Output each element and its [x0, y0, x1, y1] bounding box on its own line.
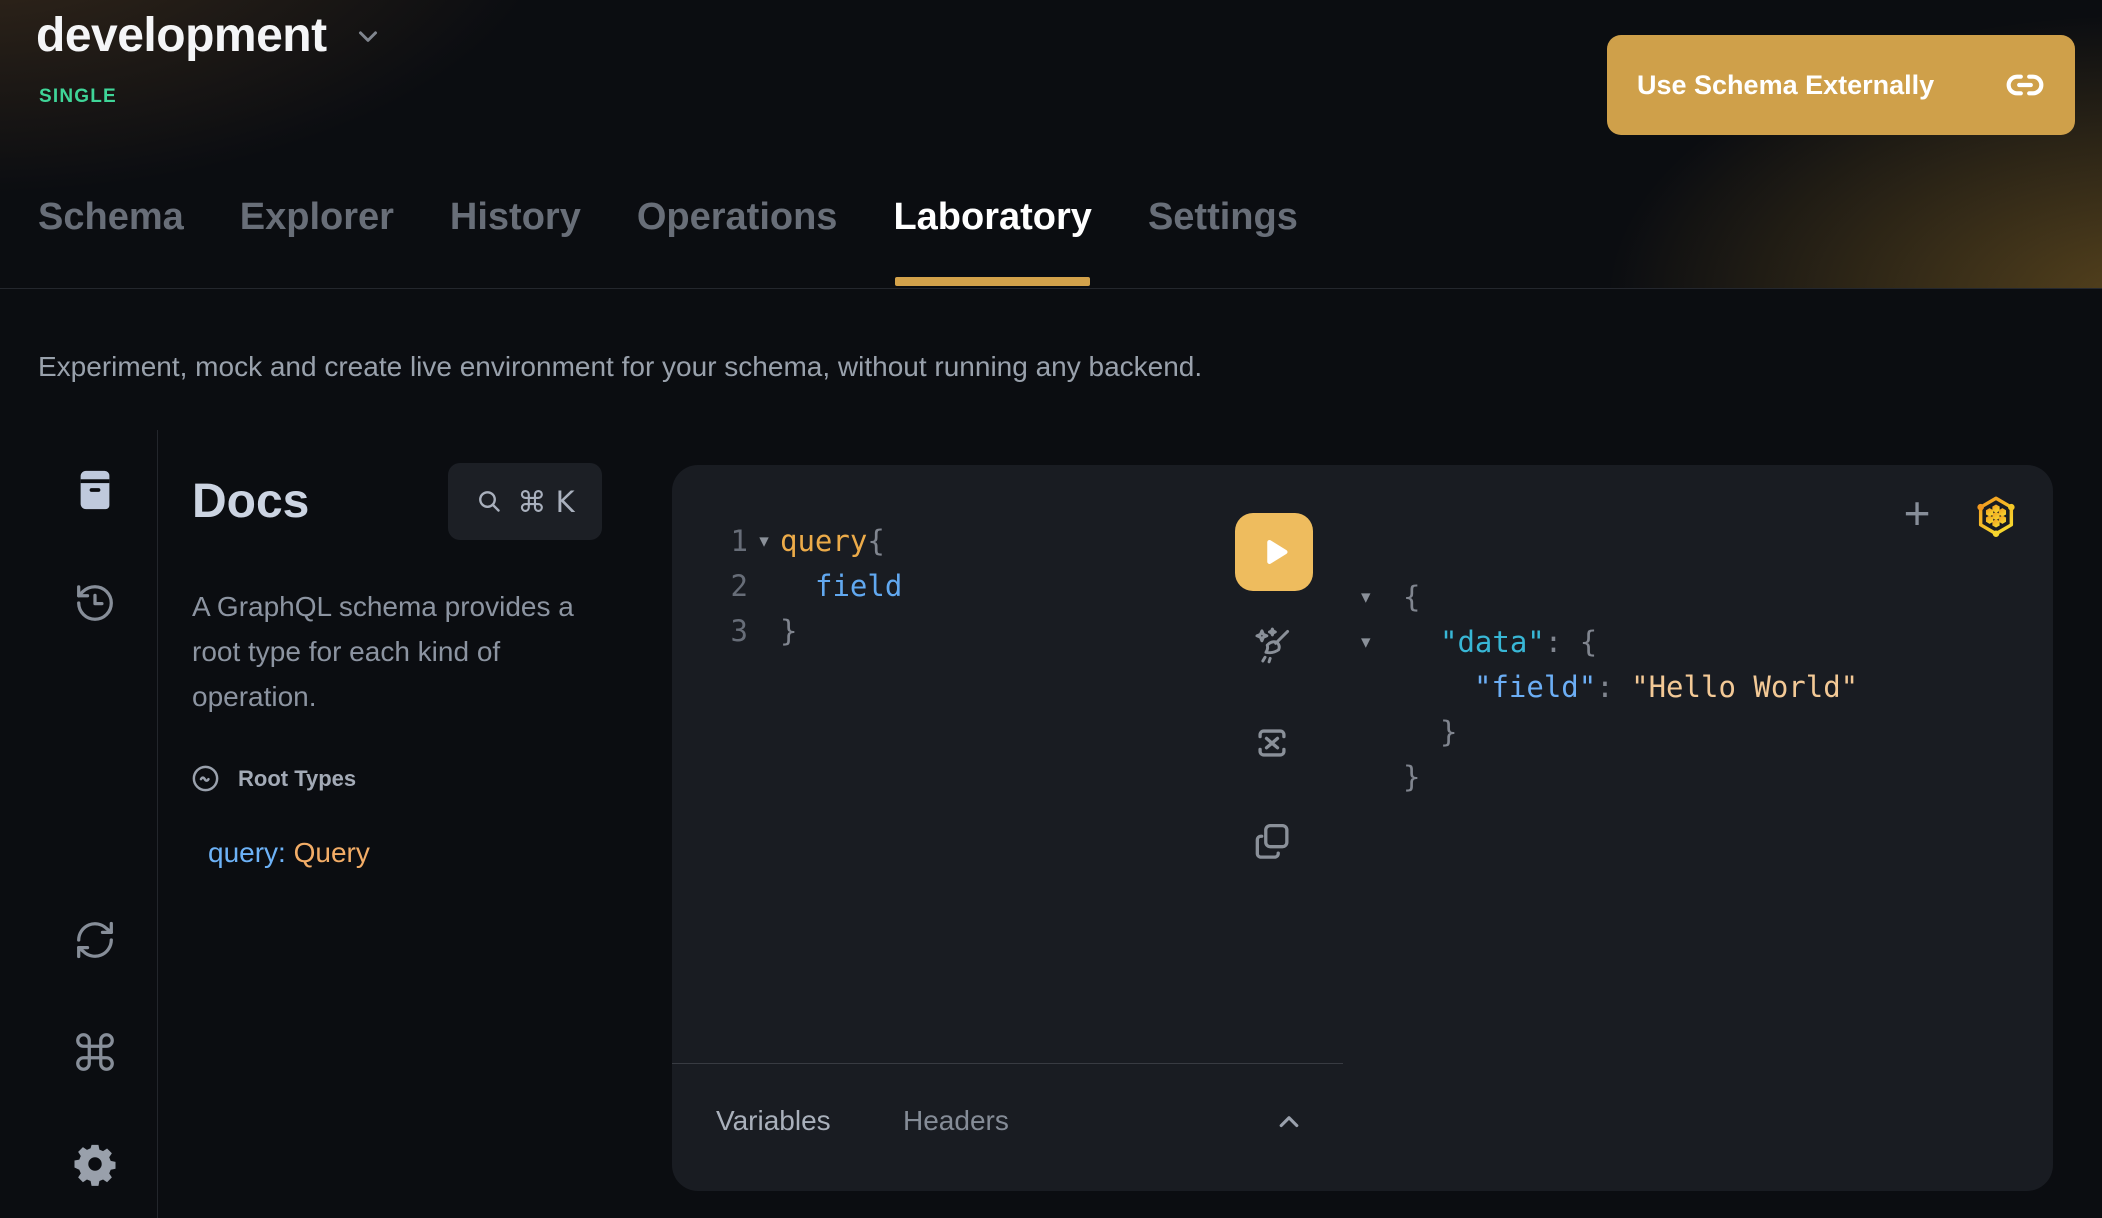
- shortcuts-sidebar-button[interactable]: [72, 1029, 118, 1075]
- response-line: ▾ {: [1361, 575, 1858, 620]
- editor-line: 1 ▾ query{: [722, 519, 902, 564]
- link-icon: [2005, 65, 2045, 105]
- search-shortcut-label: ⌘ K: [517, 485, 574, 519]
- add-tab-button[interactable]: +: [1895, 485, 1939, 541]
- settings-sidebar-button[interactable]: [72, 1141, 118, 1187]
- use-schema-externally-label: Use Schema Externally: [1637, 70, 1934, 101]
- editor-line: 2 field: [722, 564, 902, 609]
- docs-search-button[interactable]: ⌘ K: [448, 463, 602, 540]
- editor-footer-divider: [672, 1063, 1343, 1064]
- root-type-name[interactable]: Query: [294, 837, 370, 868]
- command-icon: [72, 1029, 118, 1075]
- line-number: 2: [722, 564, 748, 609]
- page-subtitle: Experiment, mock and create live environ…: [38, 351, 1202, 383]
- root-query-link[interactable]: query: Query: [208, 837, 370, 869]
- tab-settings[interactable]: Settings: [1148, 196, 1298, 288]
- refresh-icon: [72, 917, 118, 963]
- fold-toggle-icon[interactable]: ▾: [748, 519, 780, 564]
- root-types-section: Root Types: [190, 763, 356, 794]
- prettify-icon: [1250, 625, 1294, 669]
- play-icon: [1256, 534, 1292, 570]
- execute-query-button[interactable]: [1235, 513, 1313, 591]
- project-selector[interactable]: development: [36, 8, 383, 63]
- docs-description: A GraphQL schema provides a root type fo…: [192, 584, 628, 719]
- response-field-line: "field": "Hello World": [1474, 665, 1858, 710]
- root-separator: :: [278, 837, 294, 868]
- chevron-up-icon: [1272, 1105, 1306, 1139]
- graphiql-panel: 1 ▾ query{ 2 field 3 }: [672, 465, 2053, 1191]
- project-title: development: [36, 8, 327, 63]
- collapse-editor-tools-button[interactable]: [1272, 1105, 1306, 1139]
- hive-logo-icon[interactable]: [1973, 493, 2019, 539]
- chevron-down-icon: [353, 21, 383, 51]
- laboratory-page: development SINGLE Use Schema Externally…: [0, 0, 2102, 1218]
- response-line: ▾ "data": {: [1361, 620, 1858, 665]
- response-line: "field": "Hello World": [1361, 665, 1858, 710]
- tab-schema[interactable]: Schema: [38, 196, 184, 288]
- docs-panel-title: Docs: [192, 474, 309, 529]
- tab-laboratory[interactable]: Laboratory: [893, 196, 1091, 288]
- line-number: 1: [722, 519, 748, 564]
- history-sidebar-button[interactable]: [72, 580, 118, 626]
- sidebar-divider: [157, 430, 158, 1218]
- copy-query-button[interactable]: [1250, 819, 1294, 863]
- line-number: 3: [722, 609, 748, 654]
- tab-variables[interactable]: Variables: [716, 1105, 831, 1137]
- tab-history[interactable]: History: [450, 196, 581, 288]
- query-editor[interactable]: 1 ▾ query{ 2 field 3 }: [722, 519, 902, 654]
- copy-icon: [1250, 819, 1294, 863]
- prettify-button[interactable]: [1250, 625, 1294, 669]
- tab-operations[interactable]: Operations: [637, 196, 838, 288]
- refetch-schema-button[interactable]: [72, 917, 118, 963]
- gear-icon: [72, 1141, 118, 1187]
- root-types-icon: [190, 763, 221, 794]
- response-line: }: [1361, 710, 1858, 755]
- root-field-name: query: [208, 837, 278, 868]
- tab-explorer[interactable]: Explorer: [240, 196, 394, 288]
- tab-headers[interactable]: Headers: [903, 1105, 1009, 1137]
- code-line: field: [815, 564, 902, 609]
- code-line: }: [780, 609, 797, 654]
- root-types-label: Root Types: [238, 766, 356, 792]
- editor-line: 3 }: [722, 609, 902, 654]
- target-type-badge: SINGLE: [39, 86, 117, 108]
- book-icon: [72, 467, 118, 513]
- fold-toggle-icon[interactable]: ▾: [1361, 575, 1395, 620]
- search-icon: [475, 487, 505, 517]
- target-nav-tabs: Schema Explorer History Operations Labor…: [38, 196, 1298, 288]
- page-header: development SINGLE Use Schema Externally…: [0, 0, 2102, 289]
- docs-sidebar-button[interactable]: [72, 467, 118, 513]
- history-icon: [72, 580, 118, 626]
- merge-icon: [1250, 721, 1294, 765]
- use-schema-externally-button[interactable]: Use Schema Externally: [1607, 35, 2075, 135]
- merge-fragments-button[interactable]: [1250, 721, 1294, 765]
- fold-toggle-icon[interactable]: ▾: [1361, 620, 1395, 665]
- response-data-line: "data": {: [1440, 620, 1597, 665]
- code-line: query{: [780, 519, 885, 564]
- response-viewer: ▾ { ▾ "data": { "field": "Hello World" }…: [1361, 575, 1858, 800]
- response-line: }: [1361, 755, 1858, 800]
